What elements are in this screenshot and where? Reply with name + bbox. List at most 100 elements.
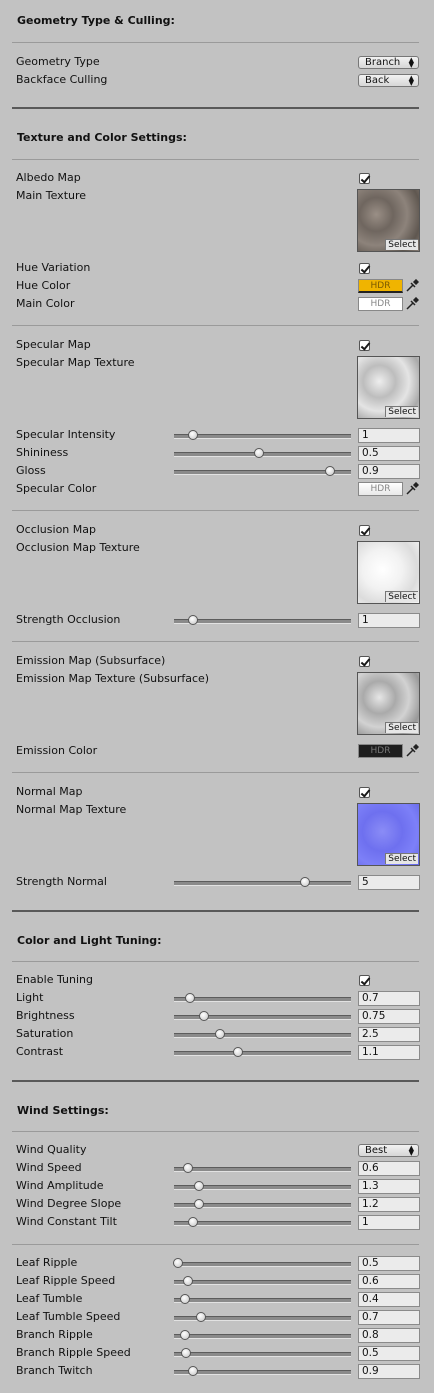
contrast-field[interactable]: 1.1: [358, 1045, 420, 1060]
light-label: Light: [16, 991, 44, 1004]
branch-ripple-field[interactable]: 0.8: [358, 1328, 420, 1343]
specular-color-swatch[interactable]: HDR: [358, 482, 403, 496]
main-texture-slot[interactable]: Select: [357, 189, 420, 252]
leaf-tumble-field[interactable]: 0.4: [358, 1292, 420, 1307]
eyedropper-icon[interactable]: [405, 279, 419, 293]
saturation-slider[interactable]: [174, 1029, 351, 1039]
updown-arrow-icon: ▲ ▼: [408, 74, 414, 87]
specular-intensity-slider[interactable]: [174, 430, 351, 440]
emission-color-swatch[interactable]: HDR: [358, 744, 403, 758]
wind-speed-field[interactable]: 0.6: [358, 1161, 420, 1176]
occlusion-map-checkbox[interactable]: [359, 525, 370, 536]
eyedropper-icon[interactable]: [405, 297, 419, 311]
normal-texture-label: Normal Map Texture: [16, 803, 127, 816]
branch-twitch-field[interactable]: 0.9: [358, 1364, 420, 1379]
geometry-type-dropdown[interactable]: Branch ▲ ▼: [358, 56, 419, 69]
select-button[interactable]: Select: [385, 722, 418, 733]
section-divider: [12, 1080, 419, 1082]
divider: [12, 772, 419, 773]
select-button[interactable]: Select: [385, 853, 418, 864]
light-field[interactable]: 0.7: [358, 991, 420, 1006]
tuning-section-header: Color and Light Tuning:: [17, 934, 162, 947]
hue-color-swatch[interactable]: HDR: [358, 279, 403, 293]
slider-thumb[interactable]: [253, 448, 264, 458]
slider-thumb[interactable]: [172, 1258, 183, 1268]
backface-culling-dropdown[interactable]: Back ▲ ▼: [358, 74, 419, 87]
brightness-slider[interactable]: [174, 1011, 351, 1021]
wind-amplitude-field[interactable]: 1.3: [358, 1179, 420, 1194]
contrast-slider[interactable]: [174, 1047, 351, 1057]
hue-variation-label: Hue Variation: [16, 261, 91, 274]
leaf-tumble-speed-field[interactable]: 0.7: [358, 1310, 420, 1325]
wind-constant-tilt-field[interactable]: 1: [358, 1215, 420, 1230]
shininess-slider[interactable]: [174, 448, 351, 458]
emission-texture-slot[interactable]: Select: [357, 672, 420, 735]
slider-thumb[interactable]: [179, 1330, 190, 1340]
specular-texture-slot[interactable]: Select: [357, 356, 420, 419]
leaf-ripple-slider[interactable]: [172, 1258, 351, 1268]
leaf-ripple-speed-slider[interactable]: [174, 1276, 351, 1286]
wind-constant-tilt-label: Wind Constant Tilt: [16, 1215, 117, 1228]
slider-thumb[interactable]: [299, 877, 310, 887]
branch-ripple-speed-slider[interactable]: [174, 1348, 351, 1358]
slider-thumb[interactable]: [324, 466, 335, 476]
branch-ripple-speed-label: Branch Ripple Speed: [16, 1346, 131, 1359]
specular-intensity-field[interactable]: 1: [358, 428, 420, 443]
normal-texture-slot[interactable]: Select: [357, 803, 420, 866]
leaf-ripple-speed-field[interactable]: 0.6: [358, 1274, 420, 1289]
branch-ripple-slider[interactable]: [174, 1330, 351, 1340]
hue-variation-checkbox[interactable]: [359, 263, 370, 274]
albedo-map-checkbox[interactable]: [359, 173, 370, 184]
strength-normal-slider[interactable]: [174, 877, 351, 887]
saturation-label: Saturation: [16, 1027, 74, 1040]
enable-tuning-checkbox[interactable]: [359, 975, 370, 986]
select-button[interactable]: Select: [385, 591, 418, 602]
updown-arrow-icon: ▲ ▼: [408, 1144, 414, 1157]
gloss-field[interactable]: 0.9: [358, 464, 420, 479]
select-button[interactable]: Select: [385, 239, 418, 250]
branch-ripple-speed-field[interactable]: 0.5: [358, 1346, 420, 1361]
specular-color-label: Specular Color: [16, 482, 97, 495]
wind-degree-slope-field[interactable]: 1.2: [358, 1197, 420, 1212]
leaf-tumble-slider[interactable]: [174, 1294, 351, 1304]
leaf-tumble-label: Leaf Tumble: [16, 1292, 83, 1305]
wind-amplitude-label: Wind Amplitude: [16, 1179, 104, 1192]
slider-thumb[interactable]: [215, 1029, 226, 1039]
gloss-slider[interactable]: [174, 466, 351, 476]
occlusion-texture-slot[interactable]: Select: [357, 541, 420, 604]
saturation-field[interactable]: 2.5: [358, 1027, 420, 1042]
gloss-label: Gloss: [16, 464, 46, 477]
strength-normal-field[interactable]: 5: [358, 875, 420, 890]
shininess-field[interactable]: 0.5: [358, 446, 420, 461]
strength-occlusion-slider[interactable]: [174, 615, 351, 625]
slider-thumb[interactable]: [179, 1294, 190, 1304]
select-button[interactable]: Select: [385, 406, 418, 417]
texture-section-header: Texture and Color Settings:: [17, 131, 187, 144]
wind-degree-slope-slider[interactable]: [174, 1199, 351, 1209]
slider-thumb[interactable]: [193, 1199, 204, 1209]
eyedropper-icon[interactable]: [405, 744, 419, 758]
light-slider[interactable]: [174, 993, 351, 1003]
normal-map-label: Normal Map: [16, 785, 83, 798]
leaf-ripple-field[interactable]: 0.5: [358, 1256, 420, 1271]
slider-thumb[interactable]: [232, 1047, 243, 1057]
emission-map-checkbox[interactable]: [359, 656, 370, 667]
slider-thumb[interactable]: [184, 993, 195, 1003]
brightness-field[interactable]: 0.75: [358, 1009, 420, 1024]
wind-constant-tilt-slider[interactable]: [174, 1217, 351, 1227]
eyedropper-icon[interactable]: [405, 482, 419, 496]
leaf-tumble-speed-slider[interactable]: [174, 1312, 351, 1322]
branch-twitch-slider[interactable]: [174, 1366, 351, 1376]
contrast-label: Contrast: [16, 1045, 64, 1058]
wind-speed-slider[interactable]: [174, 1163, 351, 1173]
main-color-swatch[interactable]: HDR: [358, 297, 403, 311]
normal-map-checkbox[interactable]: [359, 787, 370, 798]
slider-thumb[interactable]: [195, 1312, 206, 1322]
slider-thumb[interactable]: [193, 1181, 204, 1191]
section-divider: [12, 910, 419, 912]
wind-quality-dropdown[interactable]: Best ▲ ▼: [358, 1144, 419, 1157]
emission-color-label: Emission Color: [16, 744, 98, 757]
wind-amplitude-slider[interactable]: [174, 1181, 351, 1191]
specular-map-checkbox[interactable]: [359, 340, 370, 351]
strength-occlusion-field[interactable]: 1: [358, 613, 420, 628]
